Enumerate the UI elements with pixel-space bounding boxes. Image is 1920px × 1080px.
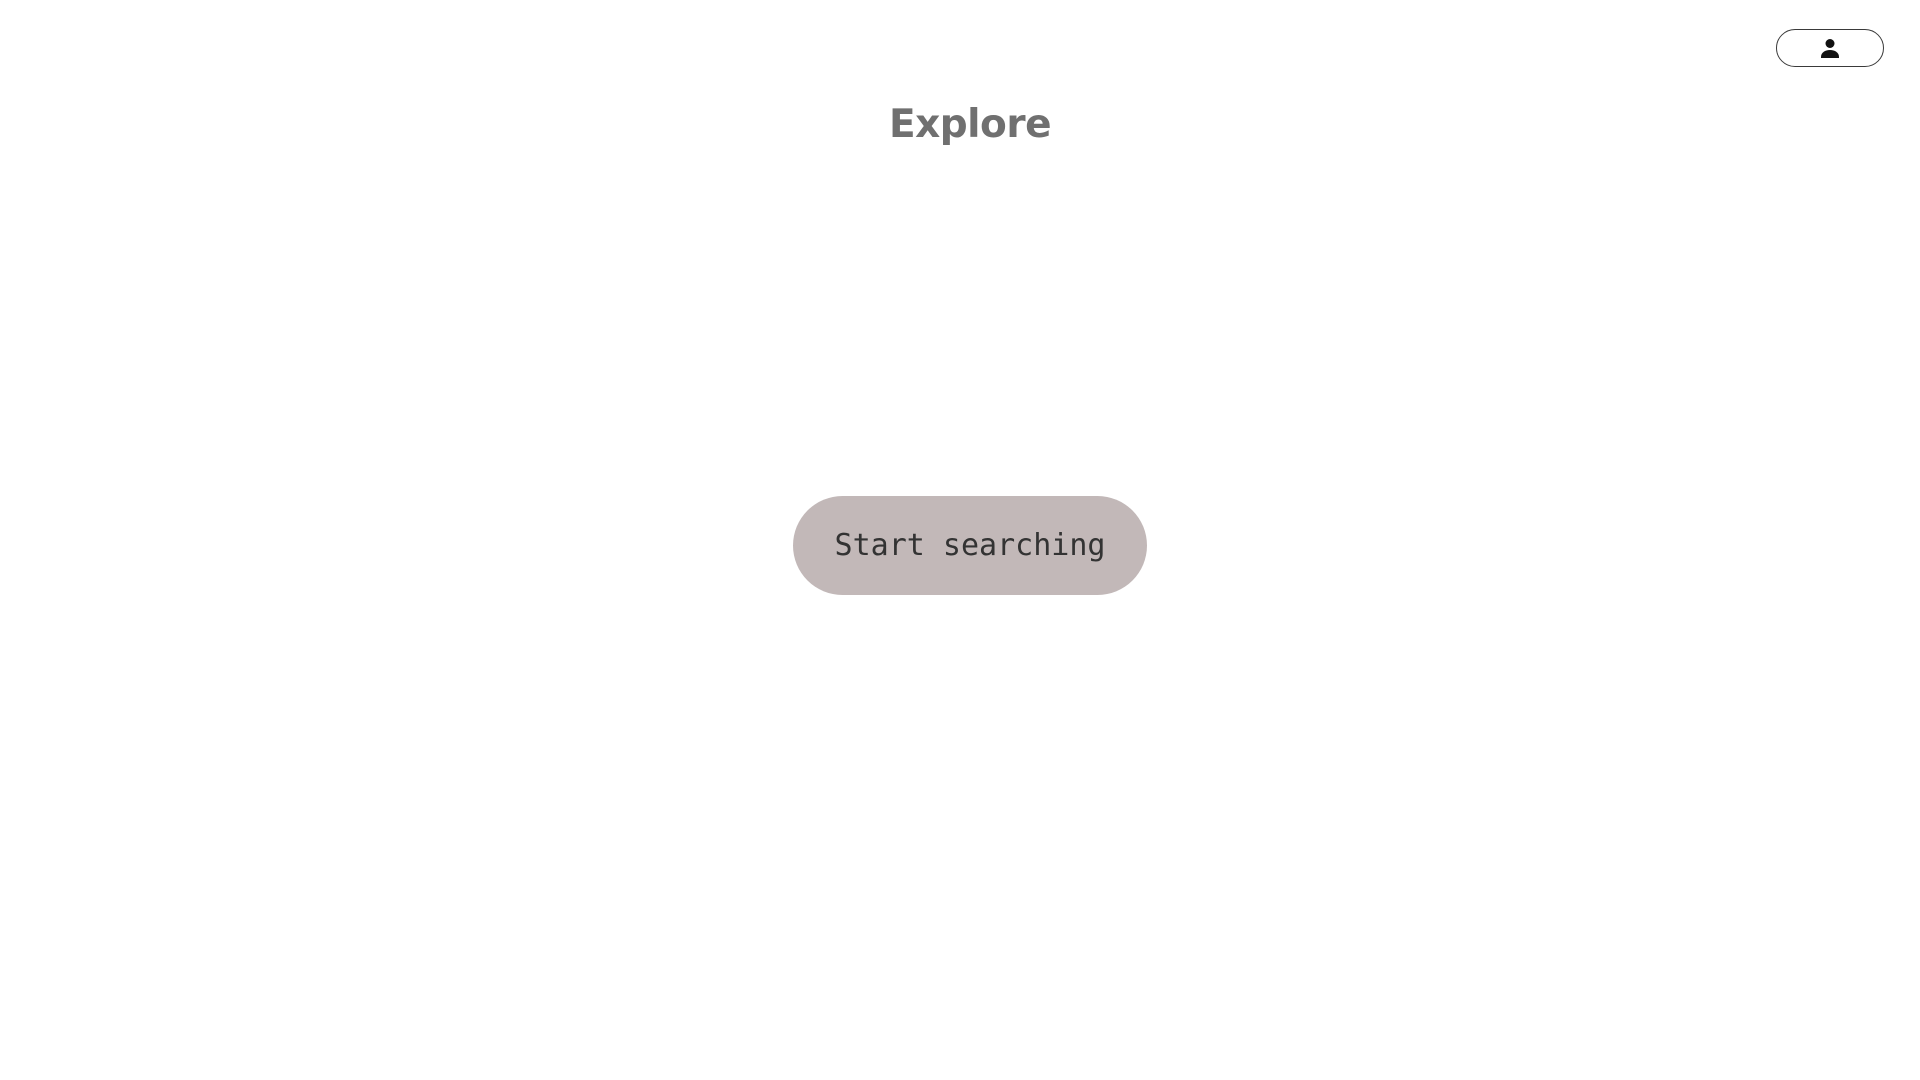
account-button[interactable] bbox=[1776, 29, 1884, 67]
start-searching-button[interactable]: Start searching bbox=[793, 496, 1147, 595]
user-icon bbox=[1818, 36, 1842, 60]
page-title: Explore bbox=[888, 102, 1052, 147]
